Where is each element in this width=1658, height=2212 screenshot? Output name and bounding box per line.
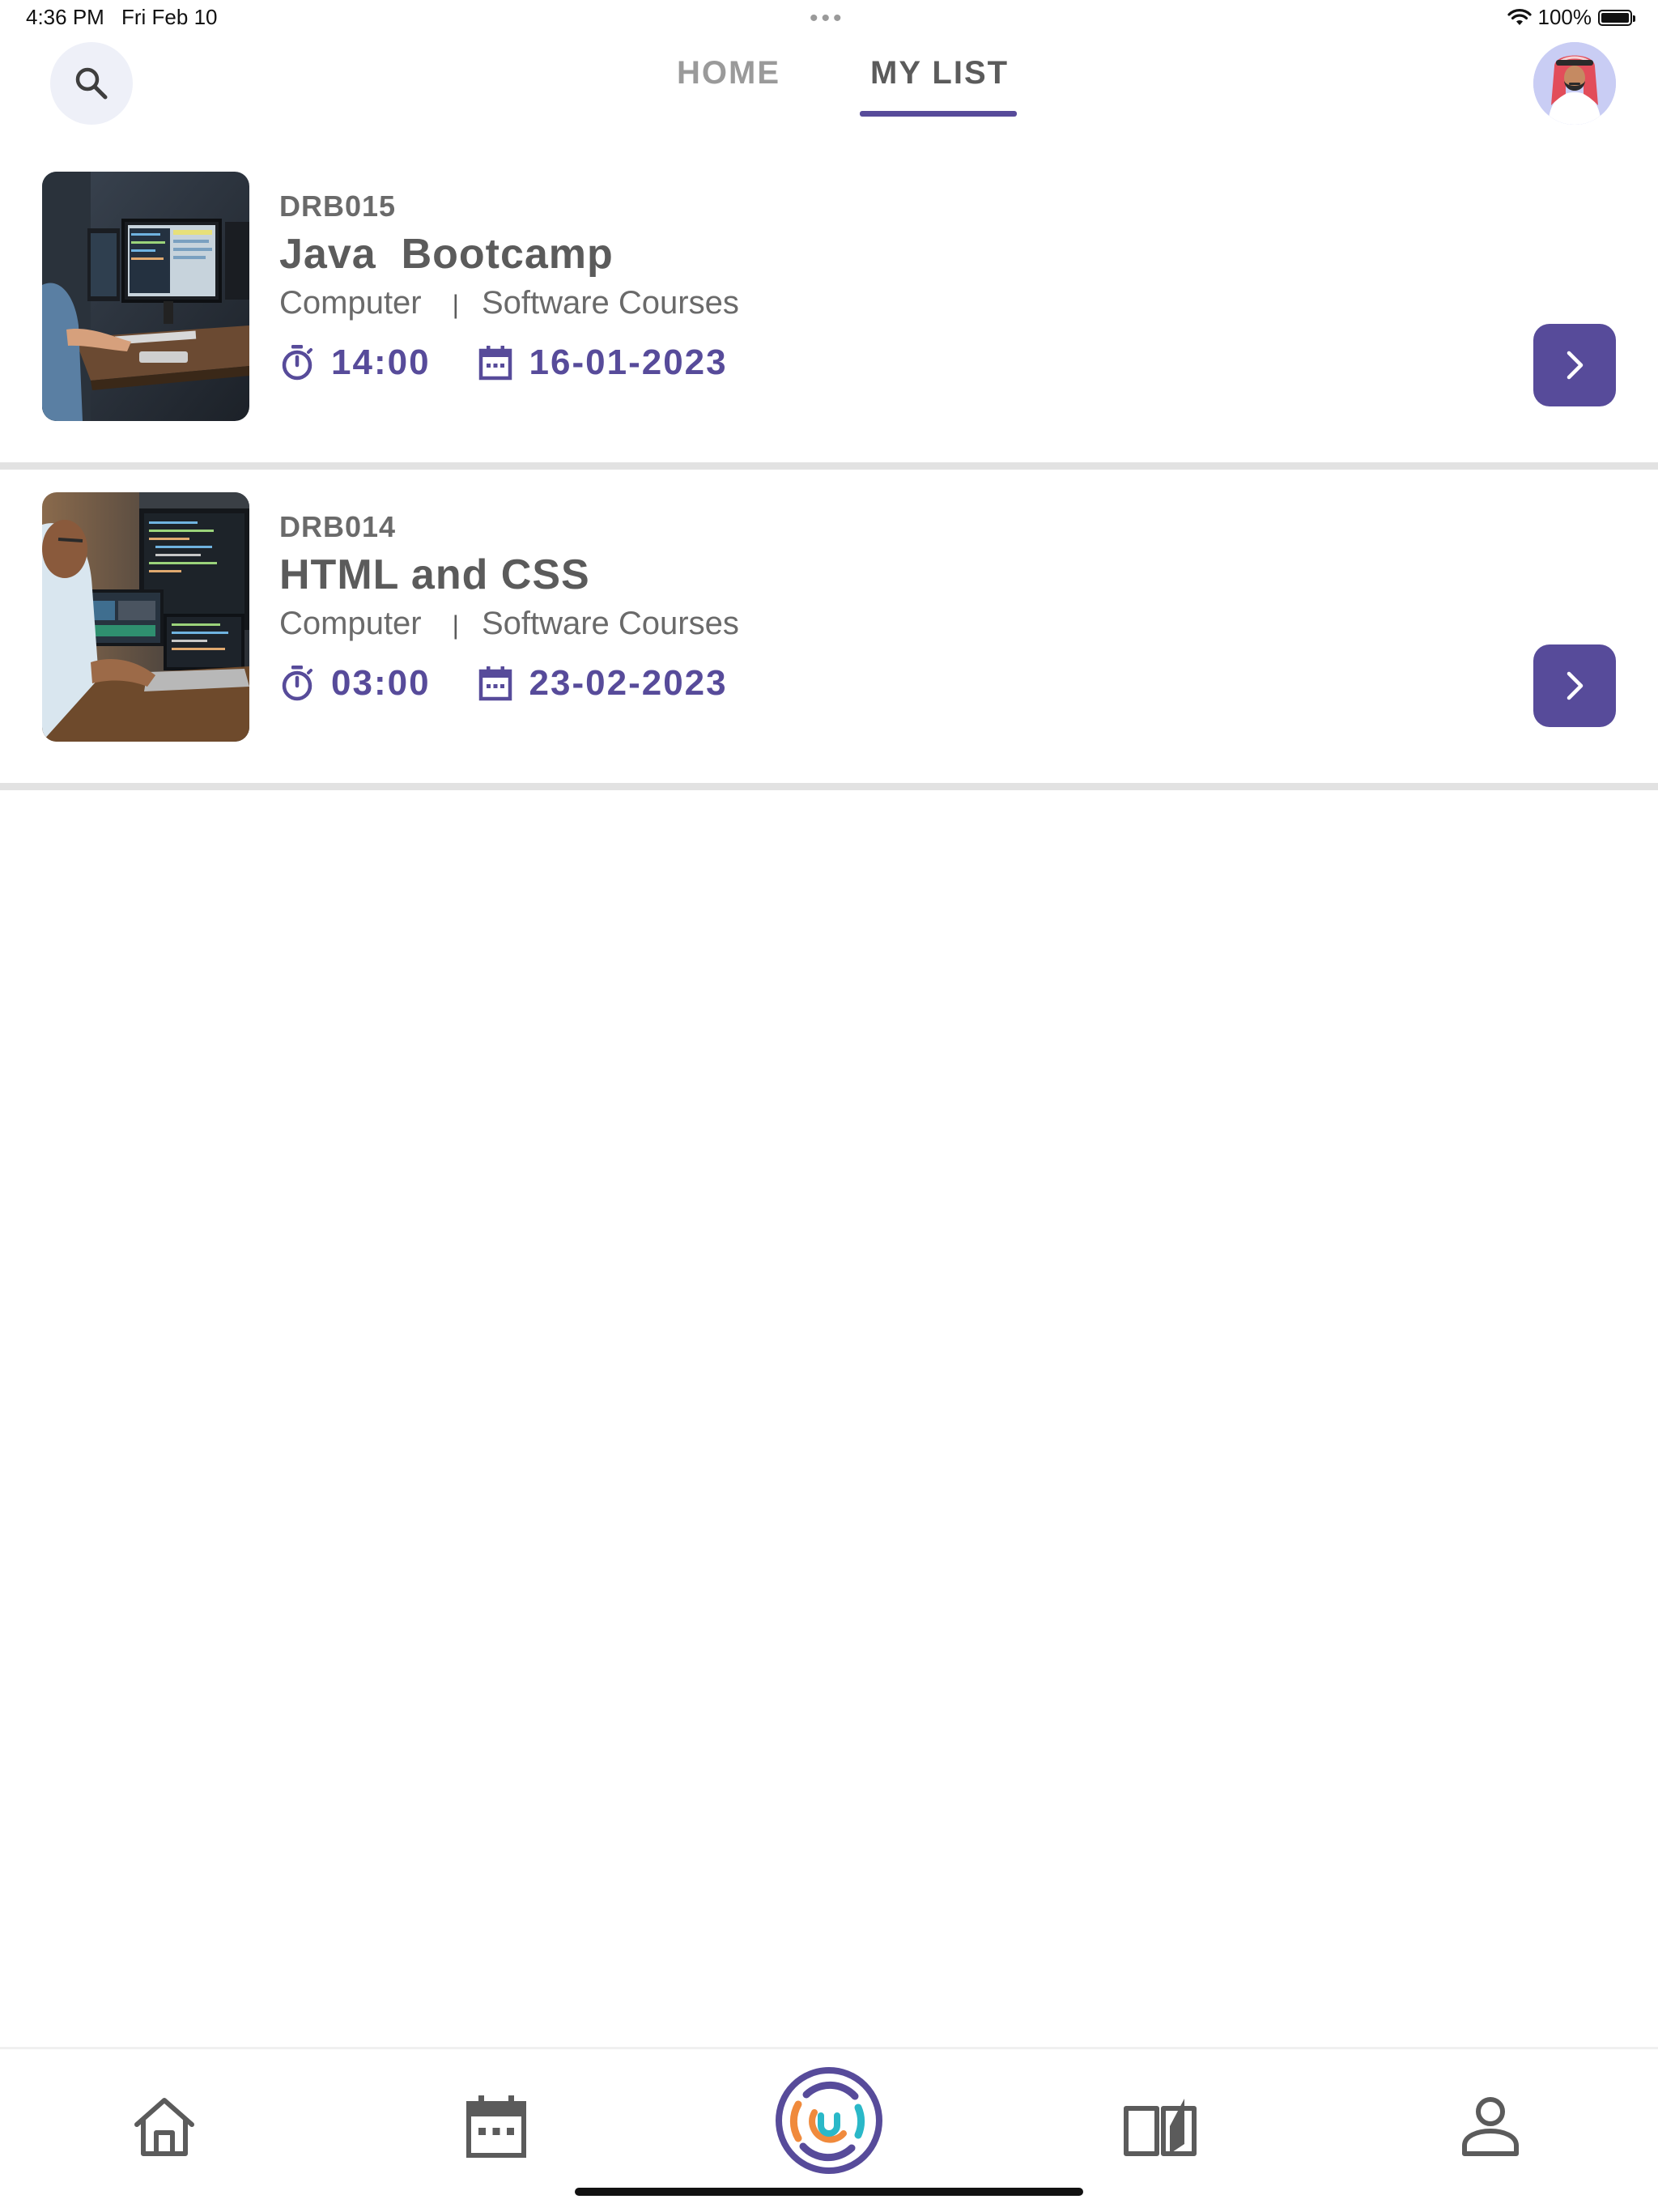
course-category: Computer xyxy=(279,606,422,641)
tab-my-list[interactable]: MY LIST xyxy=(870,55,1009,91)
nav-center-app[interactable] xyxy=(774,2065,884,2176)
calendar-icon xyxy=(466,2095,526,2158)
course-card[interactable]: DRB015 Java Bootcamp Computer | Software C… xyxy=(0,149,1658,470)
chevron-right-icon xyxy=(1567,351,1584,380)
open-course-button[interactable] xyxy=(1533,324,1616,406)
developer-workstation-image xyxy=(42,172,249,421)
battery-percent: 100% xyxy=(1537,5,1592,29)
calendar-icon xyxy=(478,346,512,381)
home-icon xyxy=(134,2098,194,2156)
profile-icon xyxy=(1462,2097,1519,2156)
developer-laptop-image xyxy=(42,492,249,742)
course-thumbnail xyxy=(42,172,249,421)
course-time: 14:00 xyxy=(279,342,431,383)
course-date-value: 23-02-2023 xyxy=(529,663,728,703)
tab-bar: HOME MY LIST xyxy=(0,49,1658,121)
course-schedule: 14:00 16-01-2023 xyxy=(279,342,728,384)
app-logo-icon xyxy=(776,2067,882,2174)
course-category-line: Computer | Software Courses xyxy=(279,285,739,321)
course-date-value: 16-01-2023 xyxy=(529,342,728,382)
page: 4:36 PM Fri Feb 10 ••• 100% HOME MY LIST xyxy=(0,0,1658,2212)
avatar[interactable] xyxy=(1533,42,1616,125)
course-category: Computer xyxy=(279,285,422,321)
course-subcategory: Software Courses xyxy=(481,285,739,321)
status-time: 4:36 PM xyxy=(26,5,104,29)
nav-profile[interactable] xyxy=(1446,2082,1535,2171)
avatar-illustration xyxy=(1533,42,1616,125)
course-time-value: 03:00 xyxy=(331,663,431,703)
course-subcategory: Software Courses xyxy=(481,606,739,641)
course-card[interactable]: DRB014 HTML and CSS Computer | Software Co… xyxy=(0,470,1658,790)
multitasking-dots[interactable]: ••• xyxy=(810,6,845,31)
course-date: 23-02-2023 xyxy=(478,663,728,704)
calendar-icon xyxy=(478,666,512,701)
tab-home[interactable]: HOME xyxy=(677,55,780,91)
card-divider xyxy=(0,783,1658,790)
open-course-button[interactable] xyxy=(1533,644,1616,727)
course-schedule: 03:00 23-02-2023 xyxy=(279,662,728,704)
course-title: Java Bootcamp xyxy=(279,231,614,278)
status-date: Fri Feb 10 xyxy=(121,5,218,29)
timer-icon xyxy=(282,666,312,701)
nav-calendar[interactable] xyxy=(452,2082,541,2171)
wifi-icon xyxy=(1507,8,1532,25)
chevron-right-icon xyxy=(1567,671,1584,700)
category-separator: | xyxy=(452,290,459,319)
category-separator: | xyxy=(452,610,459,640)
nav-home[interactable] xyxy=(120,2082,209,2171)
nav-library[interactable] xyxy=(1116,2082,1205,2171)
course-category-line: Computer | Software Courses xyxy=(279,606,739,642)
library-icon xyxy=(1124,2099,1197,2156)
course-thumbnail xyxy=(42,492,249,742)
status-right: 100% xyxy=(1507,5,1635,30)
course-date: 16-01-2023 xyxy=(478,342,728,383)
course-title: HTML and CSS xyxy=(279,551,590,598)
card-divider xyxy=(0,462,1658,470)
course-code: DRB014 xyxy=(279,510,397,543)
course-time: 03:00 xyxy=(279,663,431,704)
home-indicator[interactable] xyxy=(575,2188,1083,2196)
timer-icon xyxy=(282,345,312,381)
course-time-value: 14:00 xyxy=(331,342,431,382)
battery-icon xyxy=(1598,9,1635,26)
course-code: DRB015 xyxy=(279,189,397,223)
active-tab-indicator xyxy=(860,111,1017,117)
status-bar: 4:36 PM Fri Feb 10 ••• 100% xyxy=(0,0,1658,37)
